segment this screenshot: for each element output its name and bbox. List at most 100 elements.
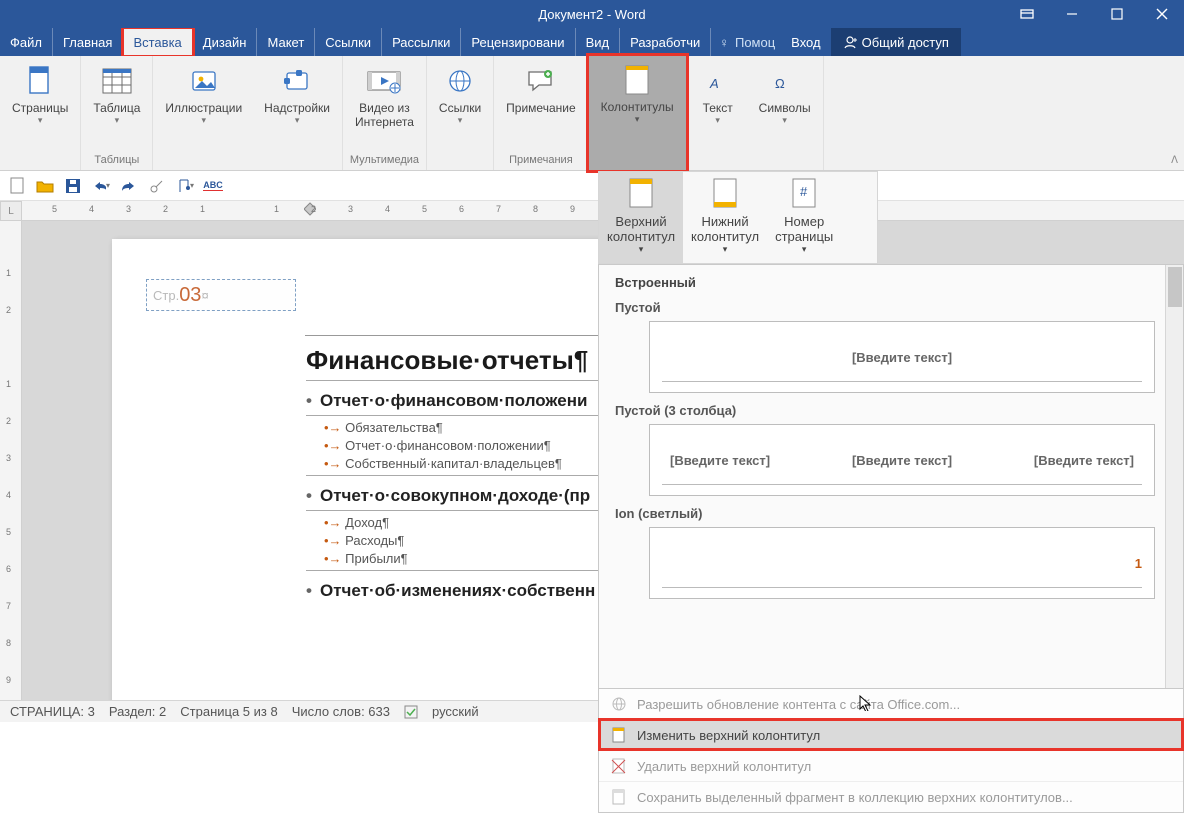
gallery-preview-empty3[interactable]: [Введите текст] [Введите текст] [Введите… [649, 424, 1155, 496]
svg-text:A: A [709, 76, 719, 91]
collapse-ribbon-icon[interactable]: ᐱ [1171, 155, 1178, 166]
group-illustrations: Иллюстрации ▾ Надстройки ▾ [153, 56, 343, 170]
page-number-icon: # [791, 178, 817, 210]
addins-button[interactable]: Надстройки ▾ [258, 60, 336, 166]
share-button[interactable]: Общий доступ [831, 28, 961, 56]
qat-redo-icon[interactable] [120, 177, 138, 195]
pages-button[interactable]: Страницы ▾ [6, 60, 74, 166]
share-label: Общий доступ [862, 35, 949, 50]
header-field[interactable]: Стр.03¤ [146, 279, 296, 311]
tab-mailings[interactable]: Рассылки [382, 28, 461, 56]
qat-undo-icon[interactable]: ▾ [92, 177, 110, 195]
edit-header-icon [611, 727, 627, 743]
gallery-preview-empty[interactable]: [Введите текст] [649, 321, 1155, 393]
close-icon[interactable] [1139, 0, 1184, 28]
table-icon [99, 63, 135, 99]
ruler-corner[interactable]: L [0, 201, 22, 221]
qat-spell-icon[interactable]: ABC [204, 177, 222, 195]
window-controls [1004, 0, 1184, 28]
gallery-scrollbar[interactable] [1165, 265, 1183, 701]
window-title: Документ2 - Word [538, 7, 645, 22]
status-lang[interactable]: русский [432, 704, 479, 719]
tab-help[interactable]: Помоц [735, 35, 775, 50]
illustrations-button[interactable]: Иллюстрации ▾ [159, 60, 248, 166]
header-gallery: Встроенный Пустой [Введите текст] Пустой… [598, 264, 1184, 702]
text-icon: A [700, 63, 736, 99]
comment-icon [523, 63, 559, 99]
quick-access-toolbar: ▾ ▾ ABC [0, 171, 1184, 201]
save-gallery-icon [611, 789, 627, 805]
group-tables-label: Таблицы [94, 154, 139, 166]
minimize-icon[interactable] [1049, 0, 1094, 28]
symbols-icon: Ω [767, 63, 803, 99]
group-text: A Текст ▾ Ω Символы ▾ [687, 56, 824, 170]
qat-touch-icon[interactable] [148, 177, 166, 195]
pages-icon [22, 63, 58, 99]
group-media-label: Мультимедиа [350, 154, 419, 166]
ribbon-options-icon[interactable] [1004, 0, 1049, 28]
header-page-num: 03 [179, 284, 201, 307]
video-button[interactable]: Видео из Интернета [349, 60, 420, 154]
table-button[interactable]: Таблица ▾ [87, 60, 146, 154]
gallery-style-name: Ion (светлый) [615, 506, 1161, 521]
header-prefix: Стр. [153, 288, 179, 303]
links-icon [442, 63, 478, 99]
delete-header-icon [611, 758, 627, 774]
status-page-count[interactable]: Страница 5 из 8 [180, 704, 277, 719]
status-words[interactable]: Число слов: 633 [292, 704, 390, 719]
qat-save-icon[interactable] [64, 177, 82, 195]
ribbon: Страницы ▾ Таблица ▾ Таблицы Иллюстрации… [0, 56, 1184, 171]
cursor-icon [859, 695, 875, 711]
tab-references[interactable]: Ссылки [315, 28, 382, 56]
symbols-button[interactable]: Ω Символы ▾ [753, 60, 817, 166]
qat-open-icon[interactable] [36, 177, 54, 195]
status-section[interactable]: Раздел: 2 [109, 704, 166, 719]
menu-edit-header[interactable]: Изменить верхний колонтитул [599, 719, 1183, 750]
group-hf: Колонтитулы ▾ [589, 56, 687, 170]
menu-allow-office[interactable]: Разрешить обновление контента с сайта Of… [599, 689, 1183, 719]
help-icon[interactable]: ♀ [719, 35, 729, 50]
addins-icon [279, 63, 315, 99]
tab-view[interactable]: Вид [576, 28, 621, 56]
footer-dropdown[interactable]: Нижний колонтитул▾ [683, 172, 767, 263]
globe-icon [611, 696, 627, 712]
gallery-category: Встроенный [615, 275, 1161, 290]
header-dropdown[interactable]: Верхний колонтитул▾ [599, 172, 683, 263]
text-button[interactable]: A Текст ▾ [693, 60, 743, 166]
tab-review[interactable]: Рецензировани [461, 28, 575, 56]
tab-home[interactable]: Главная [53, 28, 123, 56]
links-button[interactable]: Ссылки ▾ [433, 60, 487, 166]
page-number-dropdown[interactable]: # Номер страницы▾ [767, 172, 841, 263]
tab-insert[interactable]: Вставка [123, 28, 192, 56]
tab-file[interactable]: Файл [0, 28, 53, 56]
group-comments: Примечание Примечания [494, 56, 588, 170]
headers-footers-button[interactable]: Колонтитулы ▾ [589, 56, 686, 170]
group-links: Ссылки ▾ [427, 56, 494, 170]
status-page[interactable]: СТРАНИЦА: 3 [10, 704, 95, 719]
svg-text:Ω: Ω [775, 76, 785, 91]
qat-new-icon[interactable] [8, 177, 26, 195]
group-media: Видео из Интернета Мультимедиа [343, 56, 427, 170]
ruler-vertical[interactable]: 12123456789 [0, 221, 22, 700]
gallery-preview-ion[interactable]: 1 [649, 527, 1155, 599]
group-comments-label: Примечания [509, 154, 573, 166]
title-bar: Документ2 - Word [0, 0, 1184, 28]
headers-footers-icon [619, 62, 655, 98]
header-context-menu: Разрешить обновление контента с сайта Of… [598, 688, 1184, 813]
tab-login[interactable]: Вход [781, 28, 830, 56]
maximize-icon[interactable] [1094, 0, 1139, 28]
comment-button[interactable]: Примечание [500, 60, 581, 154]
page: Стр.03¤ Финансовые·отчеты¶ Отчет·о·финан… [112, 239, 672, 700]
spellcheck-icon[interactable] [404, 705, 418, 719]
menu-save-to-gallery[interactable]: Сохранить выделенный фрагмент в коллекци… [599, 781, 1183, 812]
menu-delete-header[interactable]: Удалить верхний колонтитул [599, 750, 1183, 781]
group-pages: Страницы ▾ [0, 56, 81, 170]
tab-layout[interactable]: Макет [257, 28, 315, 56]
qat-para-icon[interactable]: ▾ [176, 177, 194, 195]
gallery-style-name: Пустой (3 столбца) [615, 403, 1161, 418]
tab-developer[interactable]: Разработчи [620, 28, 711, 56]
illustrations-icon [186, 63, 222, 99]
header-mark: ¤ [201, 288, 208, 303]
ruler-area: L 54321123456789101112131415 [0, 201, 1184, 221]
tab-design[interactable]: Дизайн [193, 28, 258, 56]
